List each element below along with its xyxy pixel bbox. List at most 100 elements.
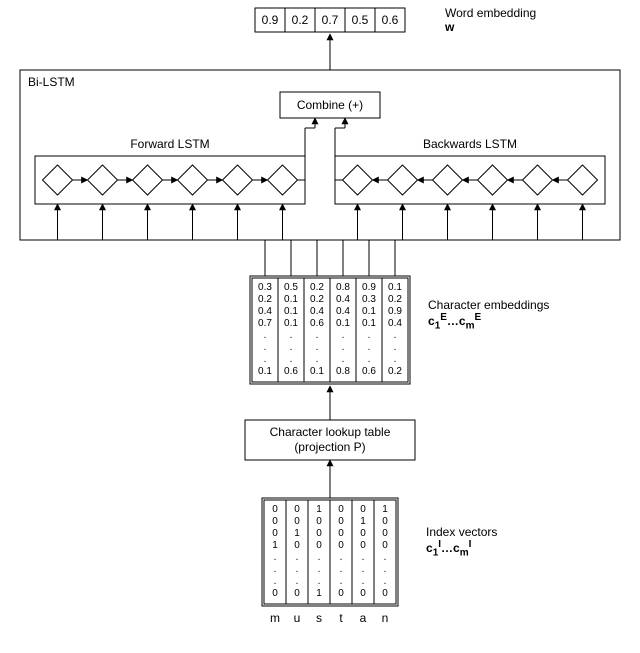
char-embedding-value: 0.9 [362, 282, 376, 293]
char-embedding-value: 0.2 [258, 294, 272, 305]
index-vector-value: 0 [294, 540, 300, 551]
index-vector-value: 1 [316, 504, 322, 515]
index-vector-value: . [274, 552, 277, 563]
char-embedding-value: . [394, 330, 397, 341]
index-vector-value: 0 [382, 588, 388, 599]
index-vector-value: . [340, 552, 343, 563]
char-embedding-value: 0.2 [388, 366, 402, 377]
char-embedding-value: . [394, 342, 397, 353]
char-embedding-value: 0.1 [284, 306, 298, 317]
char-label: a [360, 611, 367, 625]
word-embedding-value: 0.7 [322, 13, 339, 27]
char-embedding-value: 0.1 [362, 318, 376, 329]
index-vector-value: 0 [382, 516, 388, 527]
char-embedding-value: 0.8 [336, 282, 350, 293]
index-vector-value: 1 [382, 504, 388, 515]
char-embedding-value: 0.1 [362, 306, 376, 317]
char-embedding-value: 0.7 [258, 318, 272, 329]
index-vector-value: . [384, 576, 387, 587]
index-vector-value: . [296, 564, 299, 575]
char-embedding-value: . [342, 330, 345, 341]
char-embedding-value: . [368, 342, 371, 353]
index-vector-value: 0 [338, 588, 344, 599]
char-embedding-value: 0.6 [310, 318, 324, 329]
index-vector-value: . [296, 552, 299, 563]
index-vector-value: 0 [338, 516, 344, 527]
char-embedding-value: 0.4 [310, 306, 324, 317]
index-vector-value: . [362, 576, 365, 587]
char-label: m [270, 611, 280, 625]
lookup-line1: Character lookup table [270, 425, 391, 439]
char-embedding-value: 0.1 [310, 366, 324, 377]
index-vector-value: 0 [360, 588, 366, 599]
char-label: s [316, 611, 322, 625]
index-vector-value: 0 [316, 516, 322, 527]
char-embedding-value: 0.4 [336, 306, 350, 317]
combine-label: Combine (+) [297, 98, 363, 112]
char-label: u [294, 611, 301, 625]
index-vector-value: 0 [272, 528, 278, 539]
lookup-line2: (projection P) [294, 440, 365, 454]
index-vector-value: 0 [360, 540, 366, 551]
char-embedding-value: 0.9 [388, 306, 402, 317]
char-embedding-value: . [394, 354, 397, 365]
char-embedding-value: 0.2 [310, 294, 324, 305]
index-vector-value: . [362, 564, 365, 575]
index-vector-value: 0 [294, 504, 300, 515]
char-embeddings-label: Character embeddingsc1E…cmE [428, 298, 628, 331]
char-embedding-value: 0.2 [310, 282, 324, 293]
index-vector-value: 1 [316, 588, 322, 599]
word-embedding-label: Word embeddingw [445, 6, 625, 34]
char-embedding-value: . [290, 342, 293, 353]
char-embedding-value: 0.8 [336, 366, 350, 377]
char-embedding-value: . [316, 330, 319, 341]
char-embedding-value: 0.1 [284, 294, 298, 305]
char-embedding-value: 0.1 [388, 282, 402, 293]
index-vector-value: 0 [338, 540, 344, 551]
index-vector-value: 1 [294, 528, 300, 539]
index-vector-value: . [318, 564, 321, 575]
char-embedding-value: 0.4 [336, 294, 350, 305]
index-vector-value: 0 [272, 588, 278, 599]
bilstm-char-diagram: 0.90.20.70.50.6Word embeddingwBi-LSTMCom… [0, 0, 640, 653]
index-vector-value: 0 [382, 540, 388, 551]
index-vector-value: . [384, 552, 387, 563]
index-vector-value: 0 [316, 528, 322, 539]
word-embedding-value: 0.5 [352, 13, 369, 27]
index-vector-value: . [362, 552, 365, 563]
index-vector-value: . [340, 576, 343, 587]
char-embedding-value: . [290, 354, 293, 365]
index-vector-value: 0 [272, 516, 278, 527]
index-vector-value: 0 [360, 504, 366, 515]
index-vector-value: 0 [338, 504, 344, 515]
char-embedding-value: . [368, 354, 371, 365]
index-vector-value: . [340, 564, 343, 575]
char-embedding-value: 0.3 [362, 294, 376, 305]
word-embedding-value: 0.9 [262, 13, 279, 27]
index-vector-value: 0 [382, 528, 388, 539]
char-embedding-value: . [264, 342, 267, 353]
index-vector-value: 0 [294, 588, 300, 599]
index-vector-value: 1 [360, 516, 366, 527]
char-embedding-value: 0.4 [388, 318, 402, 329]
index-vector-value: 1 [272, 540, 278, 551]
char-embedding-value: 0.1 [284, 318, 298, 329]
index-vectors-label: Index vectorsc1I…cmI [426, 525, 626, 558]
index-vector-value: 0 [360, 528, 366, 539]
word-embedding-value: 0.6 [382, 13, 399, 27]
char-embedding-value: . [342, 354, 345, 365]
index-vector-value: . [384, 564, 387, 575]
forward-lstm-label: Forward LSTM [130, 137, 209, 151]
char-embedding-value: . [316, 354, 319, 365]
char-embedding-value: . [290, 330, 293, 341]
char-embedding-value: 0.2 [388, 294, 402, 305]
index-vector-value: . [318, 576, 321, 587]
index-vector-value: . [318, 552, 321, 563]
char-embedding-value: 0.5 [284, 282, 298, 293]
char-embedding-value: . [368, 330, 371, 341]
char-embedding-value: 0.4 [258, 306, 272, 317]
index-vector-value: 0 [316, 540, 322, 551]
index-vector-value: 0 [294, 516, 300, 527]
index-vector-value: . [296, 576, 299, 587]
char-embedding-value: 0.1 [258, 366, 272, 377]
